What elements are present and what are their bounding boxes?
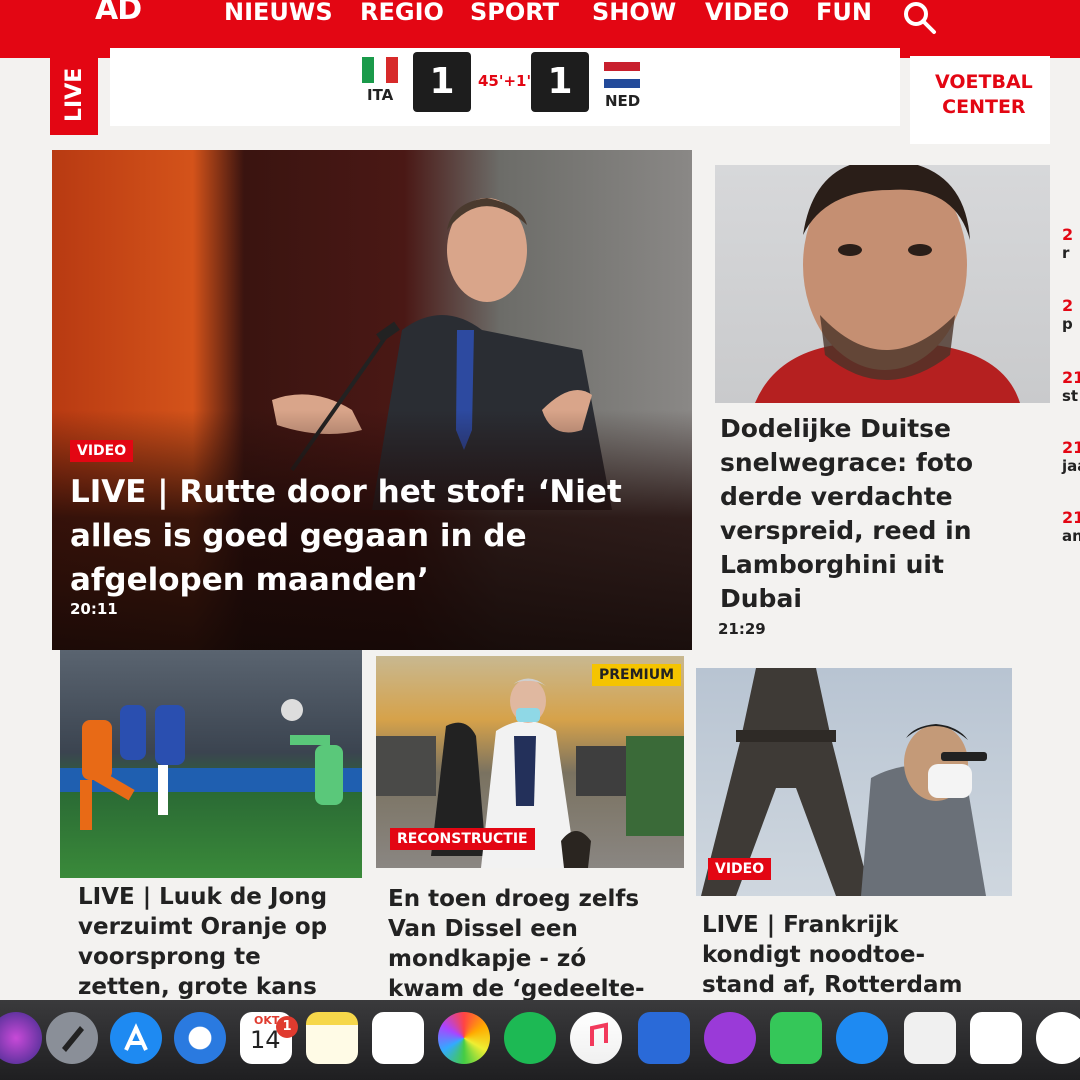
ticker-time: 2: [1062, 225, 1074, 244]
keynote-icon[interactable]: [638, 1012, 690, 1064]
hero-timestamp: 20:11: [70, 600, 118, 618]
preview-icon[interactable]: [904, 1012, 956, 1064]
calendar-notification-badge: 1: [276, 1016, 298, 1038]
launchpad-icon[interactable]: [46, 1012, 98, 1064]
nav-item-show[interactable]: SHOW: [592, 0, 676, 26]
away-team: NED: [605, 92, 641, 110]
numbers-icon[interactable]: [970, 1012, 1022, 1064]
podcasts-icon[interactable]: [704, 1012, 756, 1064]
voetbal-center-line1: VOETBAL: [935, 71, 1033, 93]
ticker-snippet: st: [1062, 387, 1079, 405]
photos-icon[interactable]: [438, 1012, 490, 1064]
ticker-snippet: p: [1062, 315, 1073, 333]
netherlands-flag-icon: [604, 62, 640, 88]
hero-article[interactable]: VIDEO LIVE | Rutte door het stof: ‘Niet …: [52, 150, 692, 650]
search-icon[interactable]: [902, 0, 938, 36]
ticker-time: 21: [1062, 368, 1080, 387]
match-time: 45'+1': [478, 72, 532, 90]
football-photo-figure: [60, 699, 362, 830]
nav-item-nieuws[interactable]: NIEUWS: [224, 0, 333, 26]
nav-item-regio[interactable]: REGIO: [360, 0, 444, 26]
ticker-snippet: r: [1062, 244, 1070, 262]
live-label: LIVE: [62, 67, 87, 122]
ticker-item[interactable]: 2p: [1062, 296, 1080, 333]
notes-icon[interactable]: [306, 1012, 358, 1064]
side-article-timestamp: 21:29: [718, 620, 766, 638]
premium-badge: PREMIUM: [592, 664, 682, 686]
ticker-item[interactable]: 2r: [1062, 225, 1080, 262]
reconstructie-badge: RECONSTRUCTIE: [390, 828, 535, 850]
voetbal-center-link[interactable]: VOETBAL CENTER: [910, 56, 1050, 144]
voetbal-center-line2: CENTER: [942, 96, 1026, 118]
ticker-time: 21:: [1062, 508, 1080, 527]
ticker-item[interactable]: 21:and: [1062, 508, 1080, 545]
slack-icon[interactable]: [1036, 1012, 1080, 1064]
facetime-icon[interactable]: [770, 1012, 822, 1064]
site-logo[interactable]: AD: [95, 0, 142, 27]
ticker-snippet: and: [1062, 527, 1080, 545]
suspect-photo-figure: [755, 165, 1020, 403]
browser-viewport: AD NIEUWS REGIO SPORT SHOW VIDEO FUN LIV…: [0, 0, 1080, 1000]
ticker-time: 21: [1062, 438, 1080, 457]
side-article-headline[interactable]: Dodelijke Duitse snelwegrace: foto derde…: [720, 412, 1020, 616]
away-score: 1: [531, 52, 589, 112]
music-icon[interactable]: [570, 1012, 622, 1064]
ticker-item[interactable]: 21st: [1062, 368, 1080, 405]
app-store-icon[interactable]: [110, 1012, 162, 1064]
reminders-icon[interactable]: [372, 1012, 424, 1064]
paris-video-badge: VIDEO: [708, 858, 772, 880]
side-article-image[interactable]: [715, 165, 1050, 403]
ticker-item[interactable]: 21jaa: [1062, 438, 1080, 475]
safari-icon[interactable]: [174, 1012, 226, 1064]
ticker-snippet: jaa: [1062, 457, 1080, 475]
card-image-football[interactable]: [60, 650, 362, 878]
nav-item-video[interactable]: VIDEO: [705, 0, 789, 26]
dock: OKT 14: [0, 1000, 1080, 1080]
nav-item-fun[interactable]: FUN: [816, 0, 872, 26]
messages-icon[interactable]: [836, 1012, 888, 1064]
home-score: 1: [413, 52, 471, 112]
live-tab[interactable]: LIVE: [50, 40, 98, 135]
spotify-icon[interactable]: [504, 1012, 556, 1064]
hero-headline[interactable]: LIVE | Rutte door het stof: ‘Niet alles …: [70, 470, 630, 602]
hero-video-badge: VIDEO: [70, 440, 134, 462]
card-image-vandissel[interactable]: PREMIUM RECONSTRUCTIE: [376, 656, 684, 868]
nav-item-sport[interactable]: SPORT: [470, 0, 559, 26]
italy-flag-icon: [362, 57, 398, 83]
ticker-time: 2: [1062, 296, 1074, 315]
card-headline-football[interactable]: LIVE | Luuk de Jong verzuimt Oranje op v…: [78, 882, 348, 1000]
siri-icon[interactable]: [0, 1012, 42, 1064]
card-image-paris[interactable]: VIDEO: [696, 668, 1012, 896]
card-headline-vandissel[interactable]: En toen droeg zelfs Van Dissel een mondk…: [388, 884, 658, 1000]
home-team: ITA: [367, 86, 394, 104]
card-headline-paris[interactable]: LIVE | Frankrijk kondigt noodtoe-stand a…: [702, 910, 972, 1000]
